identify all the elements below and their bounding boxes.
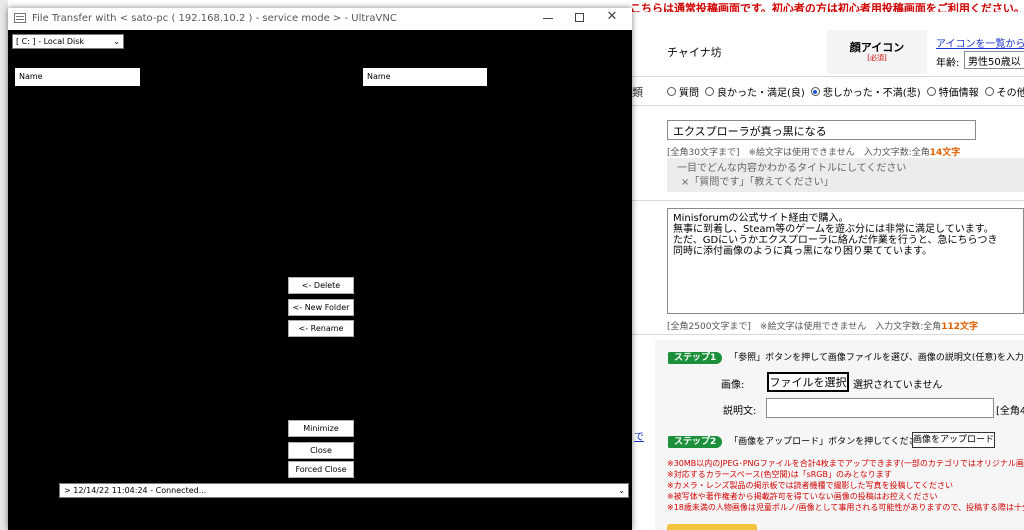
body-note-text: [全角2500文字まで] ※絵文字は使用できません 入力文字数:全角 — [667, 322, 942, 332]
no-file-text: 選択されていません — [853, 380, 943, 391]
description-count: [全角4 — [996, 406, 1024, 417]
forced-close-button[interactable]: Forced Close — [288, 461, 354, 478]
body-char-count: 112文字 — [941, 322, 979, 332]
radio-circle — [667, 87, 676, 96]
chevron-down-icon: ⌄ — [618, 486, 625, 495]
radio-other[interactable]: その他 — [984, 84, 1024, 99]
radio-label: 悲しかった・不満(悲) — [822, 88, 921, 99]
radio-sad[interactable]: 悲しかった・不満(悲) — [810, 84, 921, 99]
upload-note: ※18歳未満の人物画像は児童ポルノ/画像として事用される可能性がありますので、投… — [667, 503, 1024, 512]
upload-section: ステップ1 「参照」ボタンを押して画像ファイルを選び、画像の説明文(任意)を入力… — [655, 340, 1024, 530]
upload-image-button[interactable]: 画像をアップロード — [912, 432, 995, 448]
upload-note: ※被写体や著作権者から掲載許可を得ていない画像の投稿はお控えください — [667, 492, 938, 501]
required-badge: [必須] — [867, 54, 887, 62]
title-note: [全角30文字まで] ※絵文字は使用できません 入力文字数:全角14文字 — [667, 145, 960, 158]
rename-button[interactable]: <- Rename — [288, 320, 354, 337]
step2-text: 「画像をアップロード」ボタンを押してください。 — [729, 437, 936, 447]
title-hint-box: 一目でどんな内容かわかるタイトルにしてください ×「質問です」「教えてください」 — [667, 158, 1024, 192]
window-titlebar[interactable]: File Transfer with < sato-pc ( 192.168.1… — [8, 8, 632, 30]
step2-row: ステップ2 「画像をアップロード」ボタンを押してください。 — [668, 434, 936, 448]
desktop-edge — [0, 0, 8, 530]
submit-button-edge[interactable] — [667, 524, 757, 530]
divider — [632, 200, 1024, 201]
minimize-button[interactable]: Minimize — [288, 420, 354, 437]
radio-label: 良かった・満足(良) — [717, 88, 805, 99]
radio-deal[interactable]: 特価情報 — [926, 84, 979, 99]
status-log-select[interactable]: > 12/14/22 11:04:24 - Connected... ⌄ — [59, 483, 629, 498]
icon-list-link[interactable]: アイコンを一覧から選 — [936, 35, 1024, 50]
window-title: File Transfer with < sato-pc ( 192.168.1… — [32, 13, 397, 24]
radio-circle-selected — [810, 87, 820, 96]
divider — [632, 105, 1024, 106]
radio-question[interactable]: 質問 — [667, 84, 699, 99]
delete-button[interactable]: <- Delete — [288, 277, 354, 294]
age-select[interactable]: 男性50歳以 — [964, 51, 1024, 69]
choose-file-button[interactable]: ファイルを選択 — [767, 372, 849, 392]
drive-select[interactable]: [ C: ] - Local Disk ⌄ — [12, 34, 124, 49]
divider — [632, 76, 1024, 77]
drive-select-value: [ C: ] - Local Disk — [16, 37, 85, 46]
body-line: ただ、GDにいうかエクスプローラに絡んだ作業を行うと、急にちらつき — [673, 235, 998, 246]
face-icon-cell: 顔アイコン [必須] — [827, 30, 927, 74]
notice-banner: こちらは通常投稿画面です。初心者の方は初心者用投稿画面をご利用ください。 — [630, 2, 1024, 12]
chevron-down-icon: ⌄ — [113, 37, 120, 46]
radio-circle — [984, 87, 994, 96]
title-note-text: [全角30文字まで] ※絵文字は使用できません 入力文字数:全角 — [667, 148, 930, 158]
body-line: 無事に到着し、Steam等のゲームを遊ぶ分には非常に満足しています。 — [673, 224, 994, 235]
close-button[interactable]: Close — [288, 442, 354, 459]
new-folder-button[interactable]: <- New Folder — [288, 299, 354, 316]
radio-label: 特価情報 — [938, 88, 979, 99]
hint-line: ×「質問です」「教えてください」 — [681, 177, 834, 188]
radio-circle — [926, 87, 936, 96]
title-char-count: 14文字 — [929, 148, 961, 158]
upload-note: ※カメラ・レンズ製品の掲示板では読者機種で撮影した写真を投稿してください — [667, 481, 954, 490]
category-label: 類 — [632, 86, 643, 99]
step2-badge: ステップ2 — [668, 436, 723, 448]
status-text: > 12/14/22 11:04:24 - Connected... — [64, 486, 207, 495]
category-radio-group: 質問 良かった・満足(良) 悲しかった・不満(悲) 特価情報 その他 — [667, 84, 1024, 99]
side-link[interactable]: で — [634, 428, 644, 443]
title-input[interactable]: エクスプローラが真っ黒になる — [667, 120, 976, 140]
radio-label: 質問 — [679, 88, 699, 99]
upload-note: ※30MB以内のJPEG･PNGファイルを合計4枚までアップできます(一部のカテ… — [667, 459, 1024, 468]
body-textarea[interactable]: Minisforumの公式サイト経由で購入。 無事に到着し、Steam等のゲーム… — [667, 208, 1024, 314]
age-label: 年齢: — [936, 58, 960, 69]
local-list-header-name[interactable]: Name — [15, 68, 140, 86]
author-row: チャイナ坊 顔アイコン [必須] アイコンを一覧から選 年齢: 男性50歳以 — [655, 30, 1024, 74]
radio-good[interactable]: 良かった・満足(良) — [705, 84, 805, 99]
step1-text: 「参照」ボタンを押して画像ファイルを選び、画像の説明文(任意)を入力してく — [729, 353, 1024, 363]
divider — [632, 334, 1024, 335]
step1-row: ステップ1 「参照」ボタンを押して画像ファイルを選び、画像の説明文(任意)を入力… — [668, 350, 1024, 364]
vnc-file-transfer-window: File Transfer with < sato-pc ( 192.168.1… — [8, 8, 632, 530]
step1-badge: ステップ1 — [668, 352, 723, 364]
window-app-icon — [14, 13, 26, 23]
image-label: 画像: — [721, 380, 745, 391]
upload-note: ※対応するカラースペース(色空間)は「sRGB」のみとなります — [667, 470, 892, 479]
radio-label: その他 — [996, 88, 1024, 99]
description-label: 説明文: — [723, 406, 757, 417]
body-note: [全角2500文字まで] ※絵文字は使用できません 入力文字数:全角112文字 — [667, 319, 978, 332]
close-icon[interactable]: ✕ — [605, 9, 619, 27]
remote-list-header-name[interactable]: Name — [363, 68, 487, 86]
radio-circle — [705, 87, 714, 96]
minimize-icon[interactable] — [541, 10, 555, 26]
body-line: Minisforumの公式サイト経由で購入。 — [673, 213, 849, 224]
body-line: 同時に添付画像のように真っ黒になり困り果てています。 — [673, 246, 932, 257]
author-name: チャイナ坊 — [667, 46, 722, 59]
maximize-icon[interactable] — [575, 13, 584, 22]
description-input[interactable] — [766, 398, 994, 418]
hint-line: 一目でどんな内容かわかるタイトルにしてください — [677, 163, 907, 174]
